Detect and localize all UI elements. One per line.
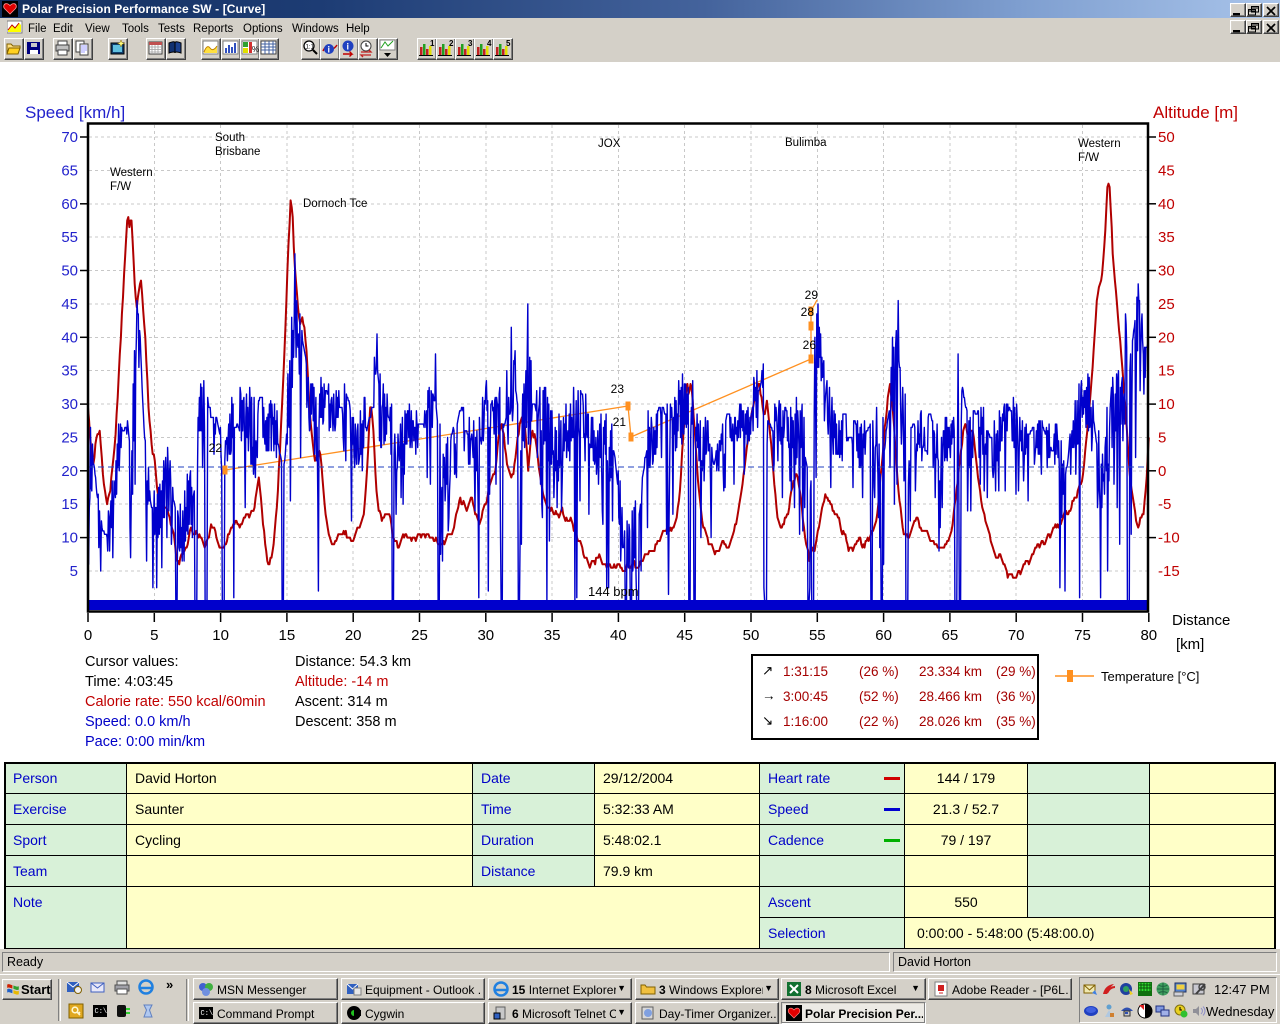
svg-text:80: 80 [1140, 627, 1157, 644]
svg-text:70: 70 [61, 129, 78, 146]
svg-text:50: 50 [743, 627, 760, 644]
svg-text:2: 2 [449, 39, 454, 48]
svg-text:25: 25 [411, 627, 428, 644]
svg-text:50: 50 [61, 263, 78, 280]
svg-text:45: 45 [676, 627, 693, 644]
svg-text:10: 10 [212, 627, 229, 644]
svg-text:C:\: C:\ [201, 1010, 214, 1018]
svg-text:30: 30 [61, 396, 78, 413]
svg-text:25: 25 [61, 430, 78, 447]
svg-text:50: 50 [1158, 129, 1175, 146]
svg-text:5: 5 [506, 39, 511, 48]
svg-text:0: 0 [1158, 463, 1166, 480]
svg-text:30: 30 [1158, 263, 1175, 280]
svg-text:35: 35 [61, 363, 78, 380]
svg-text:5: 5 [150, 627, 158, 644]
svg-text:[km]: [km] [1176, 636, 1204, 653]
svg-text:28: 28 [801, 305, 815, 319]
svg-text:60: 60 [875, 627, 892, 644]
svg-text:1: 1 [430, 39, 435, 48]
svg-text:Altitude [m]: Altitude [m] [1153, 103, 1238, 122]
svg-text:35: 35 [544, 627, 561, 644]
svg-text:i: i [328, 45, 331, 55]
svg-text:65: 65 [61, 162, 78, 179]
svg-text:55: 55 [61, 229, 78, 246]
svg-text:75: 75 [1074, 627, 1091, 644]
svg-text:-10: -10 [1158, 530, 1180, 547]
svg-text:F/W: F/W [110, 181, 131, 193]
svg-text:Western: Western [1078, 138, 1121, 150]
svg-text:45: 45 [1158, 162, 1175, 179]
svg-text:F/W: F/W [1078, 152, 1099, 164]
svg-text:144 bpm: 144 bpm [588, 584, 639, 599]
svg-text:10: 10 [61, 530, 78, 547]
svg-text:40: 40 [1158, 196, 1175, 213]
svg-text:4: 4 [487, 39, 492, 48]
svg-text:20: 20 [345, 627, 362, 644]
svg-text:65: 65 [942, 627, 959, 644]
svg-text:21: 21 [613, 415, 627, 429]
svg-text:35: 35 [1158, 229, 1175, 246]
svg-text:5: 5 [1158, 430, 1166, 447]
svg-text:25: 25 [1158, 296, 1175, 313]
svg-text:JOX: JOX [598, 138, 621, 150]
svg-text:3: 3 [468, 39, 473, 48]
svg-text:23: 23 [611, 382, 625, 396]
svg-text:-15: -15 [1158, 563, 1180, 580]
svg-text:20: 20 [61, 463, 78, 480]
svg-text:South: South [215, 132, 245, 144]
svg-text:29: 29 [805, 288, 819, 302]
svg-text:60: 60 [61, 196, 78, 213]
svg-text:55: 55 [809, 627, 826, 644]
svg-text:40: 40 [610, 627, 627, 644]
svg-text:15: 15 [61, 496, 78, 513]
svg-text:Brisbane: Brisbane [215, 146, 260, 158]
svg-text:15: 15 [279, 627, 296, 644]
svg-text:5: 5 [70, 563, 78, 580]
svg-text:Dornoch Tce: Dornoch Tce [303, 198, 367, 210]
svg-text:i: i [347, 42, 350, 52]
svg-text:C:\: C:\ [95, 1008, 108, 1016]
svg-text:Distance: Distance [1172, 612, 1230, 629]
svg-text:40: 40 [61, 329, 78, 346]
svg-text:22: 22 [209, 441, 223, 455]
svg-text:Bulimba: Bulimba [785, 137, 827, 149]
svg-text:70: 70 [1008, 627, 1025, 644]
svg-text:Speed [km/h]: Speed [km/h] [25, 103, 125, 122]
svg-text:-5: -5 [1158, 496, 1171, 513]
svg-text:Western: Western [110, 167, 153, 179]
svg-text:45: 45 [61, 296, 78, 313]
svg-text:0: 0 [84, 627, 92, 644]
svg-text:Temperature [°C]: Temperature [°C] [1101, 669, 1199, 684]
svg-text:15: 15 [1158, 363, 1175, 380]
svg-text:20: 20 [1158, 329, 1175, 346]
svg-text:10: 10 [1158, 396, 1175, 413]
svg-text:%: % [252, 45, 259, 54]
svg-text:1:1: 1:1 [306, 45, 315, 51]
svg-text:30: 30 [477, 627, 494, 644]
svg-text:26: 26 [803, 338, 817, 352]
